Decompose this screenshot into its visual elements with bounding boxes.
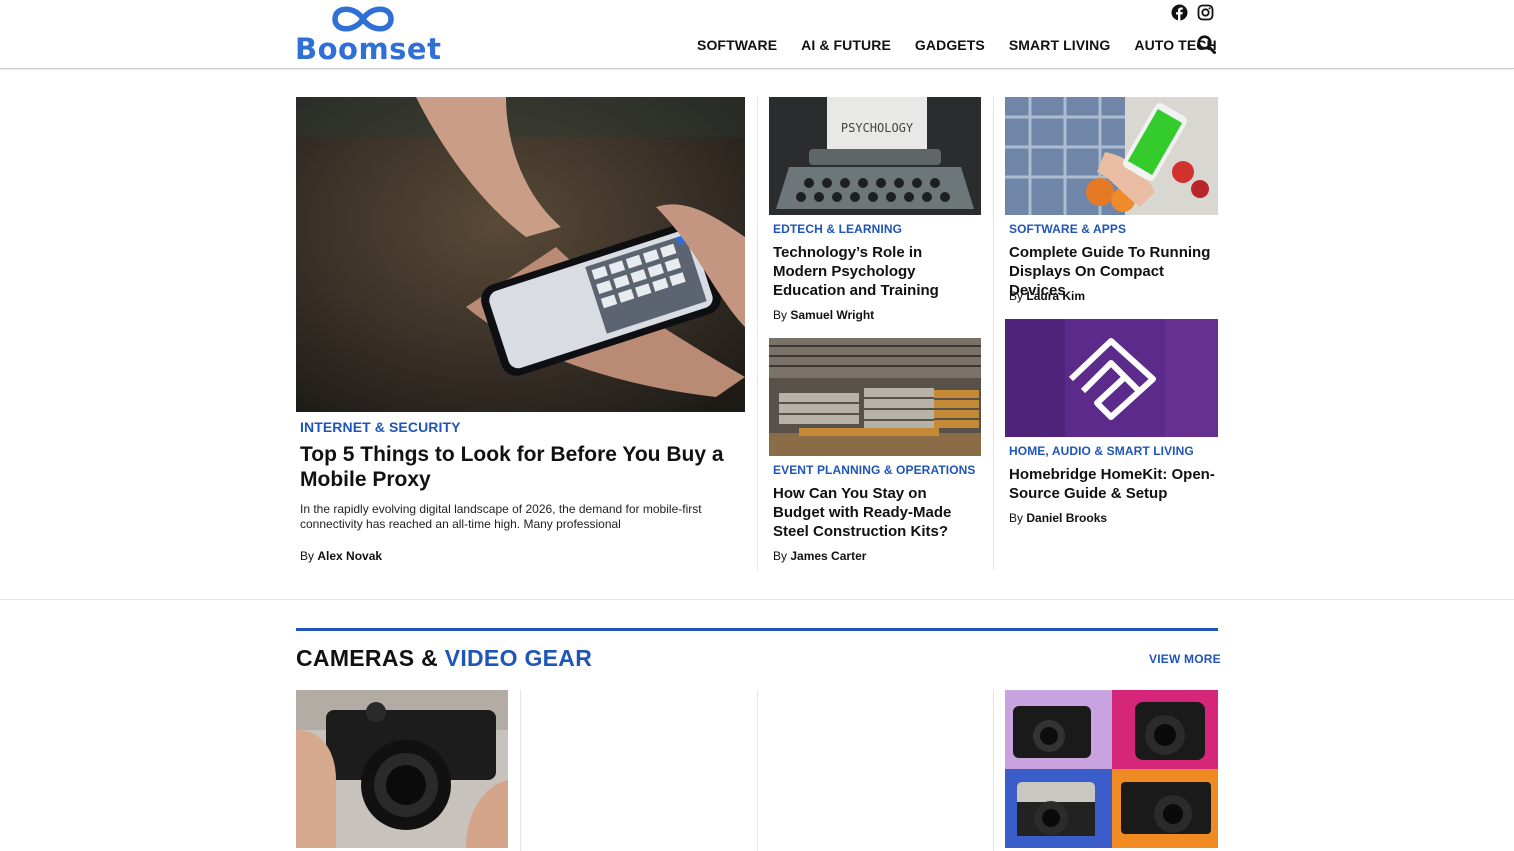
byline-prefix: By — [300, 549, 315, 563]
article-byline: By Samuel Wright — [773, 308, 874, 322]
section-title-plain: CAMERAS & — [296, 645, 438, 671]
site-header: Boomset SOFTWARE AI & FUTURE GADGETS SMA… — [0, 0, 1514, 69]
site-logo[interactable]: Boomset — [295, 2, 441, 66]
column-divider — [520, 690, 521, 851]
article-byline: By James Carter — [773, 549, 866, 563]
article-image[interactable]: PSYCHOLOGY — [769, 97, 981, 215]
article-category[interactable]: EVENT PLANNING & OPERATIONS — [773, 463, 976, 477]
author-name[interactable]: Samuel Wright — [790, 308, 874, 322]
section-title-accent: VIDEO GEAR — [444, 645, 593, 671]
nav-item-smart-living[interactable]: SMART LIVING — [1009, 36, 1111, 54]
search-icon[interactable] — [1197, 35, 1216, 54]
column-divider — [993, 690, 994, 851]
section-title[interactable]: CAMERAS & VIDEO GEAR — [296, 645, 592, 672]
author-name[interactable]: Alex Novak — [317, 549, 382, 563]
byline-prefix: By — [773, 308, 788, 322]
column-divider — [757, 690, 758, 851]
article-title[interactable]: How Can You Stay on Budget with Ready-Ma… — [773, 484, 978, 541]
article-image[interactable] — [1005, 97, 1218, 215]
featured-byline: By Alex Novak — [300, 549, 382, 563]
featured-excerpt: In the rapidly evolving digital landscap… — [300, 502, 702, 531]
article-category[interactable]: HOME, AUDIO & SMART LIVING — [1009, 444, 1194, 458]
featured-category[interactable]: INTERNET & SECURITY — [300, 419, 461, 435]
article-category[interactable]: EDTECH & LEARNING — [773, 222, 902, 236]
article-title[interactable]: Homebridge HomeKit: Open-Source Guide & … — [1009, 465, 1217, 503]
camera-article-image[interactable] — [296, 690, 508, 848]
article-title[interactable]: Technology’s Role in Modern Psychology E… — [773, 243, 978, 300]
byline-prefix: By — [1009, 289, 1024, 303]
nav-item-gadgets[interactable]: GADGETS — [915, 36, 985, 54]
byline-prefix: By — [773, 549, 788, 563]
author-name[interactable]: Laura Kim — [1026, 289, 1085, 303]
nav-item-software[interactable]: SOFTWARE — [697, 36, 777, 54]
section-accent-bar — [296, 628, 1218, 631]
featured-title[interactable]: Top 5 Things to Look for Before You Buy … — [300, 442, 740, 492]
column-divider — [993, 97, 994, 570]
social-links — [1171, 4, 1214, 21]
article-image[interactable] — [1005, 319, 1218, 437]
main-nav: SOFTWARE AI & FUTURE GADGETS SMART LIVIN… — [697, 36, 1217, 54]
camera-article-image[interactable] — [1005, 690, 1218, 848]
section-separator — [0, 599, 1514, 600]
article-byline: By Laura Kim — [1009, 289, 1085, 303]
infinity-logo-icon — [332, 6, 394, 32]
psychology-paper-text: PSYCHOLOGY — [841, 121, 914, 135]
column-divider — [757, 97, 758, 570]
featured-image[interactable] — [296, 97, 745, 412]
view-more-link[interactable]: VIEW MORE — [1149, 652, 1221, 666]
article-category[interactable]: SOFTWARE & APPS — [1009, 222, 1126, 236]
instagram-icon[interactable] — [1197, 4, 1214, 21]
article-byline: By Daniel Brooks — [1009, 511, 1107, 525]
facebook-icon[interactable] — [1171, 4, 1188, 21]
article-image[interactable] — [769, 338, 981, 456]
brand-name: Boomset — [295, 32, 442, 66]
author-name[interactable]: James Carter — [790, 549, 866, 563]
nav-item-ai-future[interactable]: AI & FUTURE — [801, 36, 891, 54]
author-name[interactable]: Daniel Brooks — [1026, 511, 1107, 525]
byline-prefix: By — [1009, 511, 1024, 525]
